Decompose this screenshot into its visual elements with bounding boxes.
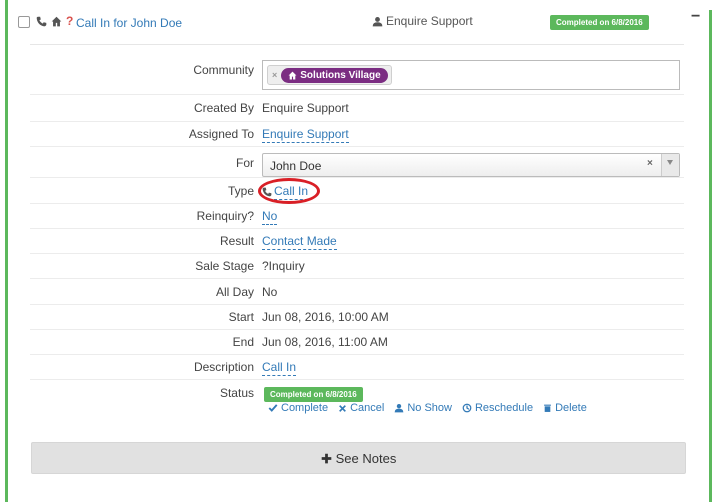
complete-label: Complete: [281, 402, 329, 414]
no-show-button[interactable]: No Show: [394, 402, 452, 414]
home-icon: [288, 71, 297, 79]
status-badge: Completed on 6/8/2016: [550, 15, 649, 30]
trash-icon: [544, 404, 551, 412]
event-type-icons: ?: [36, 14, 74, 28]
type-row: Type Call In: [30, 184, 684, 204]
for-selected-value: John Doe: [270, 159, 322, 173]
all-day-label: All Day: [215, 285, 254, 299]
assigned-to-value[interactable]: Enquire Support: [262, 127, 349, 143]
sale-stage-row: Sale Stage ?Inquiry: [30, 259, 684, 279]
reinquiry-value[interactable]: No: [262, 209, 278, 225]
community-tag: × Solutions Village: [267, 65, 392, 85]
select-checkbox[interactable]: [18, 16, 30, 28]
event-owner-name: Enquire Support: [386, 14, 473, 28]
reinquiry-label: Reinquiry?: [196, 209, 254, 223]
delete-button[interactable]: Delete: [543, 402, 587, 414]
sale-stage-value: ?Inquiry: [262, 259, 305, 273]
card-left-border: [5, 0, 8, 502]
highlight-annotation: [258, 178, 320, 204]
result-value[interactable]: Contact Made: [262, 234, 337, 250]
clock-icon: [462, 403, 472, 413]
created-by-row: Created By Enquire Support: [30, 101, 684, 122]
check-icon: [268, 404, 278, 412]
header-divider: [30, 44, 684, 45]
community-row: Community × Solutions Village: [30, 56, 684, 95]
sale-stage-label: Sale Stage: [195, 259, 254, 273]
event-owner: Enquire Support: [372, 14, 473, 28]
all-day-value: No: [262, 285, 278, 299]
status-actions: Complete Cancel No Show Reschedule Delet…: [268, 402, 587, 414]
for-row: For John Doe ×: [30, 153, 684, 178]
type-label: Type: [227, 184, 254, 198]
start-label: Start: [228, 310, 254, 324]
x-icon: [339, 404, 346, 412]
event-header[interactable]: ? Call In for John Doe Enquire Support C…: [10, 8, 700, 36]
end-value: Jun 08, 2016, 11:00 AM: [262, 335, 388, 349]
reinquiry-row: Reinquiry? No: [30, 209, 684, 229]
card-right-border: [709, 10, 712, 502]
start-value: Jun 08, 2016, 10:00 AM: [262, 310, 389, 324]
assigned-to-label: Assigned To: [188, 127, 254, 141]
description-label: Description: [193, 360, 254, 374]
dropdown-arrow-icon[interactable]: [661, 154, 679, 176]
assigned-to-row: Assigned To Enquire Support: [30, 127, 684, 147]
collapse-button[interactable]: −: [691, 8, 700, 26]
end-row: End Jun 08, 2016, 11:00 AM: [30, 335, 684, 355]
status-row: Status Completed on 6/8/2016: [30, 386, 684, 402]
status-row-badge: Completed on 6/8/2016: [264, 387, 363, 402]
delete-label: Delete: [555, 402, 587, 414]
question-icon: ?: [66, 14, 74, 28]
cancel-button[interactable]: Cancel: [338, 402, 384, 414]
community-label: Community: [193, 63, 254, 77]
user-icon: [394, 403, 404, 413]
result-row: Result Contact Made: [30, 234, 684, 254]
no-show-label: No Show: [407, 402, 452, 414]
for-select[interactable]: John Doe ×: [262, 153, 680, 177]
community-tag-label: Solutions Village: [300, 69, 381, 81]
event-title-link[interactable]: Call In for John Doe: [76, 16, 182, 30]
description-row: Description Call In: [30, 360, 684, 380]
home-icon: [51, 16, 62, 27]
status-label: Status: [219, 386, 254, 400]
created-by-label: Created By: [193, 101, 254, 115]
for-label: For: [236, 156, 254, 170]
created-by-value: Enquire Support: [262, 101, 349, 115]
start-row: Start Jun 08, 2016, 10:00 AM: [30, 310, 684, 330]
cancel-label: Cancel: [350, 402, 385, 414]
plus-icon: [321, 453, 331, 463]
see-notes-label: See Notes: [335, 450, 397, 466]
result-label: Result: [219, 234, 254, 248]
community-tag-pill: Solutions Village: [281, 67, 388, 83]
reschedule-label: Reschedule: [474, 402, 534, 414]
tag-remove-icon[interactable]: ×: [272, 70, 277, 80]
reschedule-button[interactable]: Reschedule: [462, 402, 533, 414]
see-notes-button[interactable]: See Notes: [31, 442, 686, 474]
end-label: End: [232, 335, 254, 349]
description-value[interactable]: Call In: [262, 360, 297, 376]
community-input[interactable]: × Solutions Village: [262, 60, 680, 90]
complete-button[interactable]: Complete: [268, 402, 328, 414]
user-icon: [372, 16, 383, 26]
all-day-row: All Day No: [30, 285, 684, 305]
clear-selection-icon[interactable]: ×: [647, 158, 653, 169]
phone-icon: [36, 16, 47, 27]
